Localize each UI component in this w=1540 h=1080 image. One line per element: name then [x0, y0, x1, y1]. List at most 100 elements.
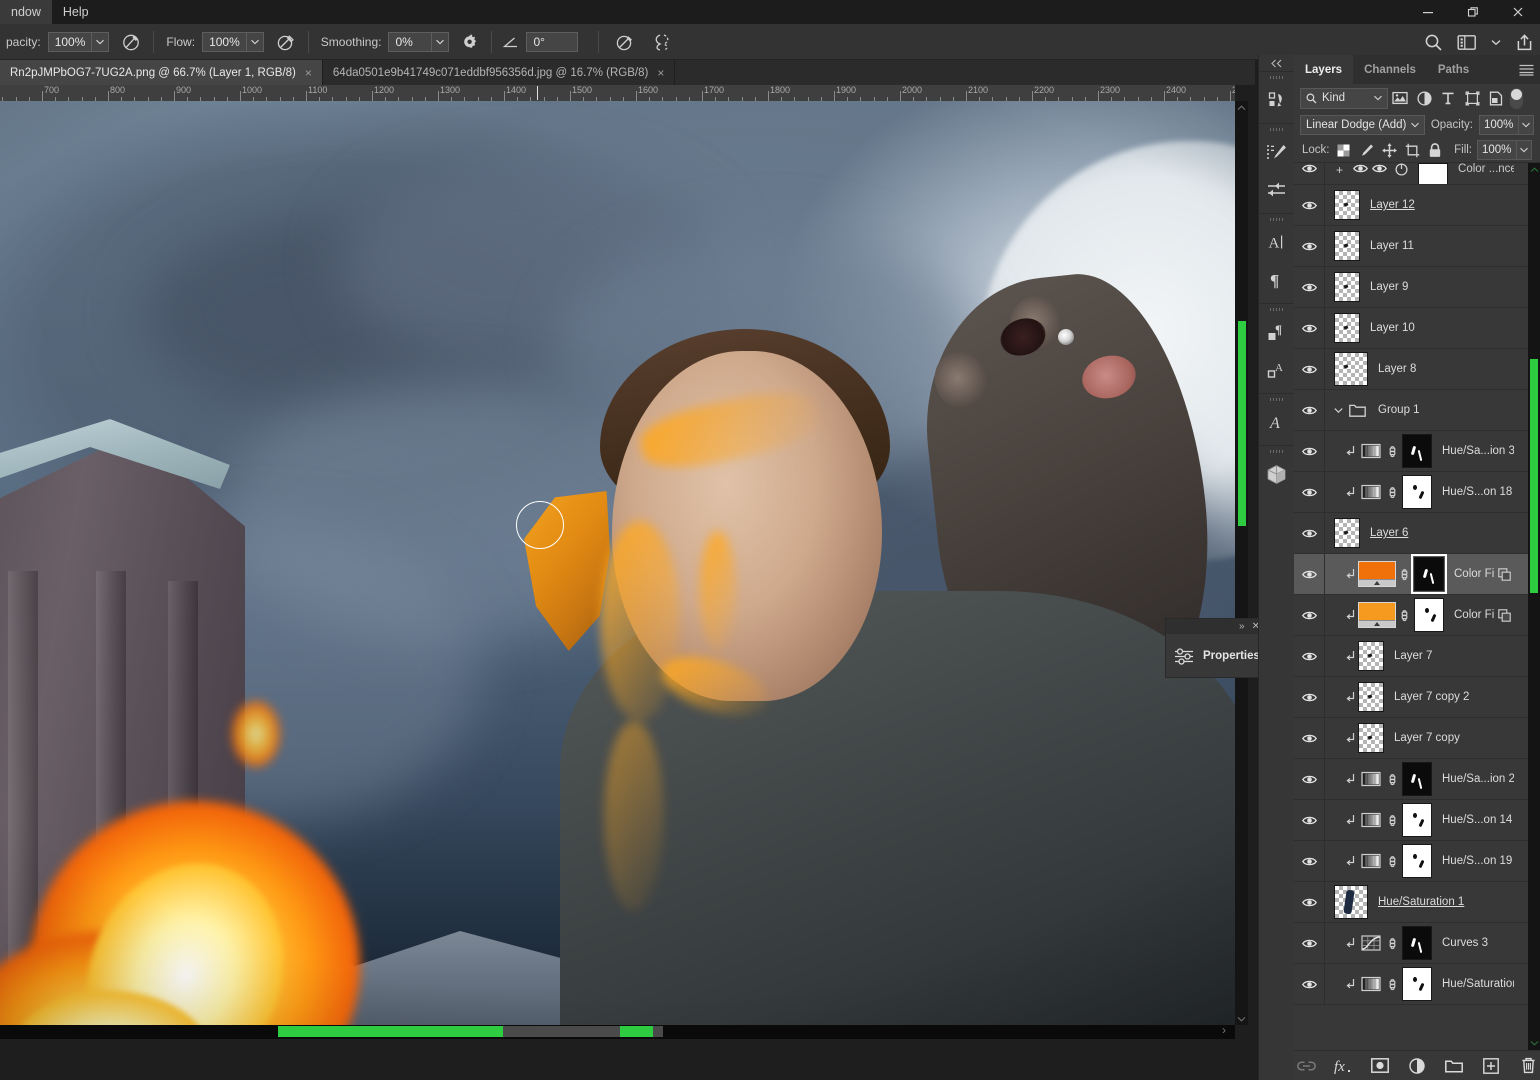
canvas-vertical-scrollbar[interactable]	[1235, 101, 1248, 1025]
brush-angle-icon[interactable]	[502, 35, 520, 49]
filter-shape-icon[interactable]	[1460, 91, 1484, 106]
layer-name[interactable]: Hue/S...on 14	[1432, 814, 1514, 826]
mask-link-icon[interactable]	[1384, 813, 1400, 828]
document-tab-0-close-icon[interactable]: ×	[305, 67, 312, 79]
tablet-pressure-size-icon[interactable]	[615, 32, 635, 52]
layer-visibility-icon[interactable]	[1294, 938, 1324, 949]
new-adjustment-icon[interactable]	[1407, 1056, 1427, 1076]
mask-link-icon[interactable]	[1384, 772, 1400, 787]
workspace-icon[interactable]	[1457, 34, 1477, 51]
layer-name[interactable]: Layer 12	[1360, 199, 1514, 211]
add-mask-icon[interactable]	[1370, 1056, 1390, 1076]
table-row[interactable]: Layer 8	[1294, 349, 1528, 390]
chevron-down-icon[interactable]	[1374, 95, 1382, 101]
layer-visibility-icon[interactable]	[1294, 733, 1324, 744]
paragraph-styles-icon[interactable]: ¶	[1259, 313, 1294, 351]
group-disclosure-icon[interactable]	[1330, 407, 1346, 414]
chevron-down-icon[interactable]	[1410, 122, 1419, 128]
layer-name[interactable]: Layer 7 copy 2	[1384, 691, 1514, 703]
symmetry-icon[interactable]	[651, 32, 673, 52]
adjustment-icon[interactable]	[1358, 971, 1384, 997]
table-row[interactable]: Layer 11	[1294, 226, 1528, 267]
layer-name[interactable]: Hue/S...on 18	[1432, 486, 1514, 498]
table-row[interactable]: Layer 7 copy 2	[1294, 677, 1528, 718]
table-row[interactable]: Hue/Sa...ion 2	[1294, 759, 1528, 800]
layer-mask-thumbnail[interactable]	[1414, 598, 1444, 632]
layer-thumbnail[interactable]	[1334, 313, 1360, 343]
glyphs-panel-icon[interactable]: A	[1259, 403, 1294, 441]
layers-scroll-down-arrow[interactable]	[1528, 1036, 1540, 1050]
layer-visibility-icon[interactable]	[1294, 163, 1324, 174]
panel-menu-icon[interactable]	[1519, 55, 1534, 84]
filter-smart-icon[interactable]	[1484, 91, 1508, 106]
table-row[interactable]: Layer 7 copy	[1294, 718, 1528, 759]
layer-opacity-field[interactable]: 100%	[1479, 115, 1534, 135]
canvas-horizontal-scroll-thumb-secondary[interactable]	[620, 1026, 653, 1037]
rail-collapse-icon[interactable]	[1259, 55, 1294, 71]
smoothing-value[interactable]: 0%	[389, 32, 432, 51]
adjustment-icon[interactable]	[1358, 479, 1384, 505]
adjustment-icon[interactable]	[1358, 766, 1384, 792]
menu-help[interactable]: Help	[52, 0, 100, 24]
gear-icon[interactable]	[461, 33, 479, 51]
menu-window[interactable]: ndow	[0, 0, 52, 24]
brush-settings-icon[interactable]	[1259, 171, 1294, 209]
table-row[interactable]: +Color ...nce 3	[1294, 163, 1528, 185]
minimize-button[interactable]	[1405, 0, 1450, 24]
layer-visibility-icon[interactable]	[1294, 200, 1324, 211]
layer-name[interactable]: Layer 7	[1384, 650, 1514, 662]
table-row[interactable]: Hue/Saturation 1	[1294, 882, 1528, 923]
new-layer-icon[interactable]	[1481, 1056, 1501, 1076]
document-tab-1-close-icon[interactable]: ×	[657, 67, 664, 79]
table-row[interactable]: Hue/S...on 19	[1294, 841, 1528, 882]
layer-visibility-icon[interactable]	[1294, 856, 1324, 867]
table-row[interactable]: Hue/S...on 14	[1294, 800, 1528, 841]
layer-visibility-icon[interactable]	[1294, 651, 1324, 662]
layer-visibility-icon[interactable]	[1294, 282, 1324, 293]
layer-visibility-icon[interactable]	[1294, 815, 1324, 826]
chevron-down-icon[interactable]	[1491, 39, 1501, 46]
layer-thumbnail[interactable]	[1358, 641, 1384, 671]
filter-adjustment-icon[interactable]	[1412, 90, 1436, 106]
layer-visibility-icon[interactable]	[1294, 323, 1324, 334]
layer-name[interactable]: Layer 8	[1368, 363, 1514, 375]
duplicate-badge-icon[interactable]	[1494, 567, 1514, 581]
opacity-pressure-icon[interactable]	[121, 32, 141, 52]
fill-color-swatch[interactable]	[1358, 602, 1396, 628]
layer-thumbnail[interactable]	[1334, 272, 1360, 302]
blend-mode-select[interactable]: Linear Dodge (Add)	[1300, 115, 1425, 135]
layer-opacity-value[interactable]: 100%	[1480, 116, 1518, 134]
layer-name[interactable]: Hue/Saturation 7	[1432, 978, 1514, 990]
mask-link-icon[interactable]	[1396, 608, 1412, 623]
lock-image-icon[interactable]	[1357, 141, 1375, 160]
table-row[interactable]: Layer 7	[1294, 636, 1528, 677]
layer-visibility-icon[interactable]	[1294, 528, 1324, 539]
filter-pixel-icon[interactable]	[1388, 91, 1412, 105]
adjustment-icon[interactable]	[1358, 848, 1384, 874]
table-row[interactable]: Layer 6	[1294, 513, 1528, 554]
table-row[interactable]: Layer 12	[1294, 185, 1528, 226]
lock-transparency-icon[interactable]	[1335, 141, 1353, 160]
layer-thumbnail[interactable]	[1358, 723, 1384, 753]
table-row[interactable]: Hue/S...on 18	[1294, 472, 1528, 513]
layer-visibility-icon[interactable]	[1294, 897, 1324, 908]
fill-color-swatch[interactable]	[1358, 561, 1396, 587]
mask-link-icon[interactable]	[1384, 854, 1400, 869]
canvas-area[interactable]	[0, 101, 1235, 1025]
layers-scrollbar[interactable]	[1528, 163, 1540, 1050]
canvas-horizontal-scrollbar[interactable]: ›	[0, 1023, 1235, 1039]
search-icon[interactable]	[1424, 33, 1443, 52]
layer-name[interactable]: Color ...nce 3	[1448, 163, 1514, 175]
layer-visibility-icon[interactable]	[1294, 774, 1324, 785]
character-panel-icon[interactable]: A	[1259, 223, 1294, 261]
paragraph-panel-icon[interactable]: ¶	[1259, 261, 1294, 299]
table-row[interactable]: Layer 9	[1294, 267, 1528, 308]
layer-mask-thumbnail[interactable]	[1402, 844, 1432, 878]
adjustment-icon[interactable]	[1358, 930, 1384, 956]
close-button[interactable]	[1495, 0, 1540, 24]
3d-panel-icon[interactable]	[1259, 455, 1294, 493]
layer-mask-thumbnail[interactable]	[1402, 803, 1432, 837]
layer-name[interactable]: Curves 3	[1432, 937, 1514, 949]
rail-grabber-6[interactable]	[1259, 448, 1294, 455]
layer-name[interactable]: Hue/S...on 19	[1432, 855, 1514, 867]
